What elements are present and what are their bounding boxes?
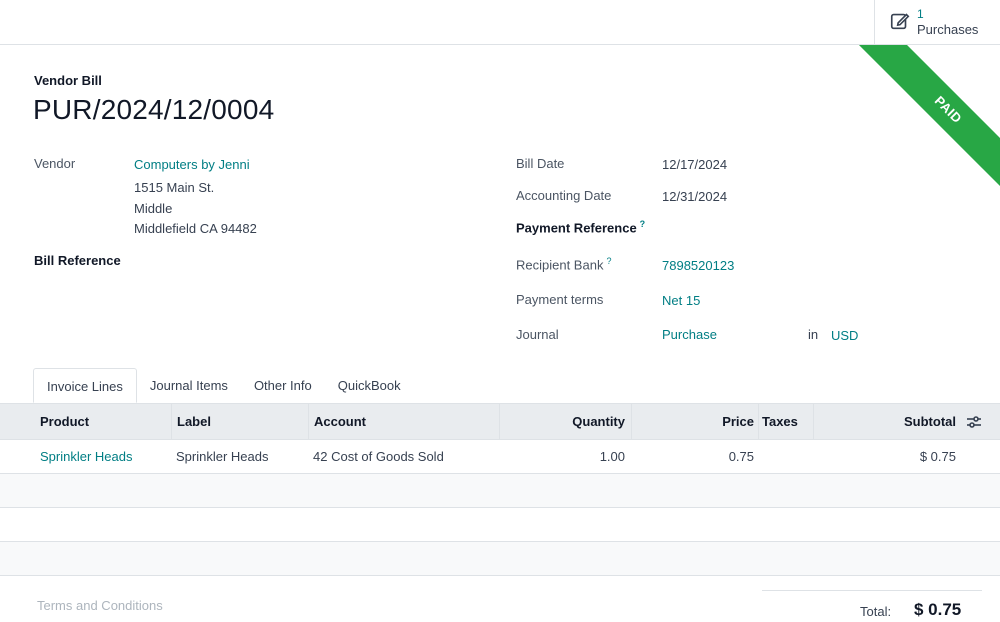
total-divider xyxy=(762,590,982,591)
recipient-bank-label: Recipient Bank? xyxy=(516,256,611,272)
help-tooltip-icon[interactable]: ? xyxy=(606,256,611,266)
column-header-taxes[interactable]: Taxes xyxy=(762,404,798,439)
line-subtotal: $ 0.75 xyxy=(919,449,956,464)
pencil-square-icon xyxy=(889,10,911,35)
accounting-date-label: Accounting Date xyxy=(516,188,612,203)
invoice-lines-table: Product Label Account Quantity Price Tax… xyxy=(0,403,1000,576)
tab-quickbook[interactable]: QuickBook xyxy=(325,368,414,403)
vendor-address-line3: Middlefield CA 94482 xyxy=(134,221,257,236)
purchases-smart-button[interactable]: 1 Purchases xyxy=(874,0,1000,44)
column-header-product[interactable]: Product xyxy=(40,404,89,439)
column-header-price[interactable]: Price xyxy=(637,404,754,439)
purchases-label: Purchases xyxy=(917,22,979,37)
accounting-date-field[interactable]: 12/31/2024 xyxy=(662,189,727,204)
payment-reference-label-text: Payment Reference xyxy=(516,220,637,236)
payment-reference-label: Payment Reference? xyxy=(516,219,645,235)
payment-terms-label: Payment terms xyxy=(516,292,604,307)
tab-journal-items[interactable]: Journal Items xyxy=(137,368,241,403)
journal-in-label: in xyxy=(808,327,819,342)
tab-invoice-lines[interactable]: Invoice Lines xyxy=(33,368,137,403)
bill-reference-label: Bill Reference xyxy=(34,253,121,268)
paid-ribbon-text: PAID xyxy=(851,45,1000,195)
optional-columns-toggle-icon[interactable] xyxy=(966,404,982,439)
tab-other-info[interactable]: Other Info xyxy=(241,368,325,403)
help-tooltip-icon[interactable]: ? xyxy=(640,219,646,229)
payment-terms-link[interactable]: Net 15 xyxy=(662,293,700,308)
column-header-label[interactable]: Label xyxy=(177,404,211,439)
vendor-name-link[interactable]: Computers by Jenni xyxy=(134,157,250,172)
line-account[interactable]: 42 Cost of Goods Sold xyxy=(313,440,444,473)
vendor-address-line1: 1515 Main St. xyxy=(134,180,215,195)
vendor-address-line2: Middle xyxy=(134,201,173,216)
terms-and-conditions-field[interactable]: Terms and Conditions xyxy=(37,598,163,613)
journal-link[interactable]: Purchase xyxy=(662,327,717,342)
total-label: Total: xyxy=(860,604,892,619)
control-panel: 1 Purchases xyxy=(0,0,1000,45)
notebook-tabs: Invoice Lines Journal Items Other Info Q… xyxy=(33,368,414,404)
line-quantity[interactable]: 1.00 xyxy=(505,440,625,473)
bill-date-field[interactable]: 12/17/2024 xyxy=(662,157,727,172)
line-price[interactable]: 0.75 xyxy=(637,440,754,473)
document-title: PUR/2024/12/0004 xyxy=(33,94,275,125)
vendor-label: Vendor xyxy=(34,156,76,171)
column-header-quantity[interactable]: Quantity xyxy=(505,404,625,439)
line-label[interactable]: Sprinkler Heads xyxy=(176,440,269,473)
bill-date-label: Bill Date xyxy=(516,156,565,171)
status-ribbon: PAID xyxy=(820,45,1000,195)
column-header-account[interactable]: Account xyxy=(314,404,366,439)
document-type: Vendor Bill xyxy=(34,73,102,88)
total-amount: $ 0.75 xyxy=(914,600,962,619)
purchases-count: 1 xyxy=(917,7,924,21)
recipient-bank-label-text: Recipient Bank xyxy=(516,257,604,273)
journal-label: Journal xyxy=(516,327,559,342)
empty-row xyxy=(0,474,1000,508)
line-product[interactable]: Sprinkler Heads xyxy=(40,440,133,473)
currency-link[interactable]: USD xyxy=(831,328,858,343)
column-header-subtotal[interactable]: Subtotal xyxy=(819,404,956,439)
table-row[interactable]: Sprinkler Heads Sprinkler Heads 42 Cost … xyxy=(0,440,1000,474)
table-header: Product Label Account Quantity Price Tax… xyxy=(0,403,1000,440)
recipient-bank-link[interactable]: 7898520123 xyxy=(662,258,734,273)
empty-row xyxy=(0,508,1000,542)
empty-row xyxy=(0,542,1000,576)
